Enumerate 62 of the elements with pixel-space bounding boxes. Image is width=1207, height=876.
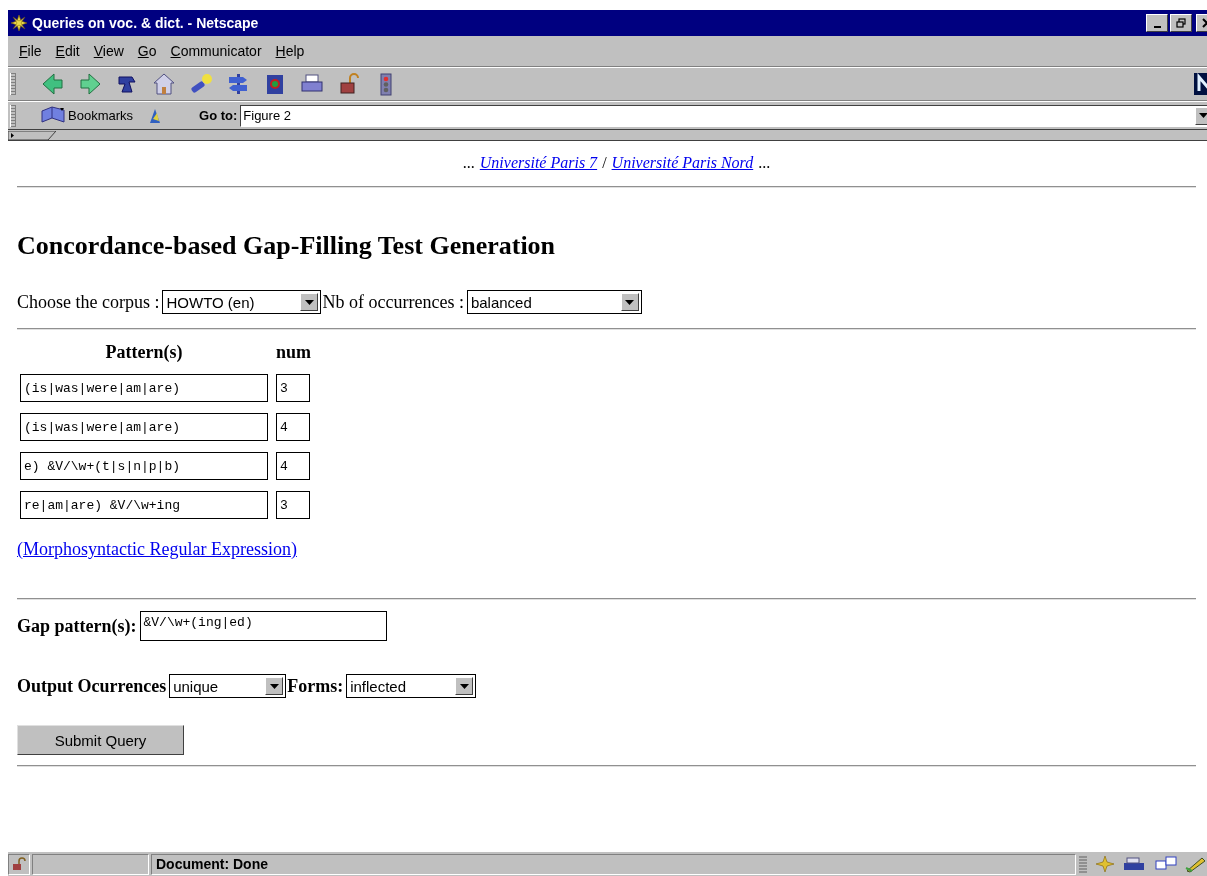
forms-label: Forms: [287, 675, 344, 697]
caret-icon [269, 683, 279, 689]
university-link[interactable]: Université Paris Nord [611, 154, 754, 172]
caret-icon [459, 683, 469, 689]
corpus-select[interactable]: HOWTO (en) [162, 290, 322, 314]
occurrences-select[interactable]: balanced [466, 290, 642, 314]
toolbar-grip[interactable] [10, 104, 16, 127]
menu-item[interactable]: File [12, 43, 49, 59]
occurrences-label: Nb of occurrences : [322, 291, 464, 313]
pattern-field[interactable]: re|am|are) &V/\w+ing [20, 491, 268, 519]
book-icon[interactable] [40, 105, 66, 126]
starburst-icon[interactable] [1094, 855, 1116, 873]
restore-icon [1176, 18, 1186, 28]
num-field[interactable]: 4 [276, 413, 310, 441]
pattern-field[interactable]: (is|was|were|am|are) [20, 413, 268, 441]
menu-item[interactable]: Help [268, 43, 312, 59]
status-text: Document: Done [151, 853, 1076, 875]
home-icon[interactable] [151, 72, 177, 96]
grip-icon [1078, 855, 1088, 873]
separator-text: / [602, 154, 607, 172]
menu-item[interactable]: Communicator [163, 43, 269, 59]
output-label: Output Ocurrences [17, 675, 167, 697]
ellipsis-text: ... [758, 154, 771, 172]
forms-select[interactable]: inflected [346, 674, 477, 698]
num-field[interactable]: 3 [276, 491, 310, 519]
chat-bubbles-icon[interactable] [1154, 855, 1178, 873]
university-link[interactable]: Université Paris 7 [479, 154, 598, 172]
pattern-field[interactable]: (is|was|were|am|are) [20, 374, 268, 402]
column-header: Pattern(s) [104, 342, 184, 363]
minimize-icon [1153, 25, 1161, 28]
window-title: Queries on voc. & dict. - Netscape [32, 15, 260, 31]
right-arrow-icon[interactable] [77, 72, 103, 96]
go-to-label: Go to: [199, 108, 238, 123]
starburst-icon [10, 14, 28, 32]
collapse-tab[interactable] [8, 130, 56, 140]
output-select[interactable]: unique [169, 674, 287, 698]
pen-icon[interactable] [1184, 855, 1207, 873]
menu-item[interactable]: Go [130, 43, 164, 59]
page-heading: Concordance-based Gap-Filling Test Generation [17, 231, 556, 261]
minimize-button[interactable] [1146, 14, 1168, 32]
num-field[interactable]: 4 [276, 452, 310, 480]
menu-item[interactable]: View [86, 43, 131, 59]
menu-item[interactable]: Edit [48, 43, 87, 59]
pattern-field[interactable]: e) &V/\w+(t|s|n|p|b) [20, 452, 268, 480]
submit-button[interactable]: Submit Query [17, 725, 184, 755]
restore-button[interactable] [1170, 14, 1192, 32]
url-field[interactable]: Figure 2 [240, 104, 1207, 127]
corpus-label: Choose the corpus : [17, 291, 160, 313]
column-header: num [276, 342, 310, 363]
gap-pattern-label: Gap pattern(s): [17, 615, 137, 637]
caret-icon [625, 299, 635, 305]
padlock-icon[interactable] [12, 857, 26, 871]
help-link[interactable]: (Morphosyntactic Regular Expression) [17, 539, 297, 560]
num-field[interactable]: 3 [276, 374, 310, 402]
gap-pattern-field[interactable]: &V/\w+(ing|ed) [139, 611, 387, 641]
flashlight-icon[interactable] [188, 72, 214, 96]
left-arrow-icon[interactable] [40, 72, 66, 96]
caret-icon [1198, 113, 1207, 118]
ellipsis-text: ... [462, 154, 475, 172]
caret-icon [305, 299, 314, 305]
toolbar-grip[interactable] [10, 73, 16, 95]
bookmarks-label[interactable]: Bookmarks [68, 108, 134, 123]
